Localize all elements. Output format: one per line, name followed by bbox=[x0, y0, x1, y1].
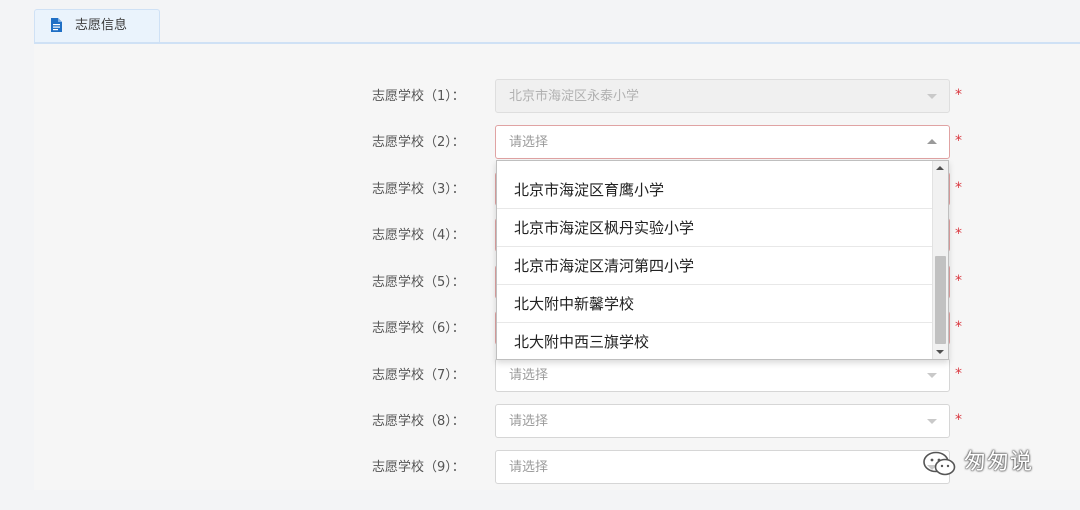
required-mark-2: * bbox=[955, 133, 962, 149]
chevron-up-icon bbox=[927, 139, 937, 144]
school-choice-label-8: 志愿学校（8）： bbox=[372, 414, 465, 429]
required-mark-7: * bbox=[955, 366, 962, 382]
required-mark-1: * bbox=[955, 87, 962, 103]
dropdown-option[interactable]: 北京市海淀区枫丹实验小学 bbox=[497, 209, 933, 247]
required-mark-4: * bbox=[955, 226, 962, 242]
dropdown-scrollbar[interactable] bbox=[932, 161, 948, 359]
required-mark-3: * bbox=[955, 180, 962, 196]
required-mark-8: * bbox=[955, 412, 962, 428]
school-select-9-placeholder: 请选择 bbox=[509, 460, 549, 475]
school-select-1-value: 北京市海淀区永泰小学 bbox=[509, 89, 640, 104]
school-choice-label-4: 志愿学校（4）： bbox=[372, 228, 465, 243]
dropdown-option-label: 北京市海淀区育鹰小学 bbox=[514, 181, 665, 199]
chevron-down-icon bbox=[927, 94, 937, 99]
scrollbar-thumb[interactable] bbox=[935, 256, 946, 344]
dropdown-option[interactable]: 北京市海淀区清河第四小学 bbox=[497, 247, 933, 285]
school-choice-label-5: 志愿学校（5）： bbox=[372, 275, 465, 290]
wechat-icon bbox=[923, 451, 956, 476]
school-select-1[interactable]: 北京市海淀区永泰小学 bbox=[495, 79, 950, 113]
tab-bar: 志愿信息 bbox=[34, 0, 1080, 44]
dropdown-option-label: 北大附中西三旗学校 bbox=[514, 333, 650, 351]
required-mark-6: * bbox=[955, 319, 962, 335]
dropdown-option-label: 北京市海淀区清河第四小学 bbox=[514, 257, 695, 275]
dropdown-option[interactable]: 北大附中西三旗学校 bbox=[497, 323, 933, 359]
scroll-up-arrow-icon[interactable] bbox=[936, 166, 944, 170]
dropdown-option-label: 北大附中新馨学校 bbox=[514, 295, 635, 313]
school-select-2[interactable]: 请选择 bbox=[495, 125, 950, 159]
dropdown-option[interactable]: 北大附中新馨学校 bbox=[497, 285, 933, 323]
tab-label: 志愿信息 bbox=[75, 18, 128, 33]
dropdown-option[interactable]: 北京市海淀区育鹰小学 bbox=[497, 171, 933, 209]
school-choice-label-9: 志愿学校（9）： bbox=[372, 460, 465, 475]
scroll-down-arrow-icon[interactable] bbox=[936, 350, 944, 354]
school-select-9[interactable]: 请选择 bbox=[495, 450, 950, 484]
chevron-down-icon bbox=[927, 419, 937, 424]
school-select-7[interactable]: 请选择 bbox=[495, 358, 950, 392]
watermark: 匆匆说 bbox=[922, 446, 1052, 480]
tab-volunteer-info[interactable]: 志愿信息 bbox=[34, 9, 160, 42]
school-choice-label-2: 志愿学校（2）： bbox=[372, 135, 465, 150]
school-choice-label-3: 志愿学校（3）： bbox=[372, 182, 465, 197]
dropdown-option-label: 北京市海淀区枫丹实验小学 bbox=[514, 219, 695, 237]
school-dropdown-list: 北京市海淀区育鹰小学 北京市海淀区枫丹实验小学 北京市海淀区清河第四小学 北大附… bbox=[496, 160, 949, 360]
school-select-8-placeholder: 请选择 bbox=[509, 414, 549, 429]
watermark-text: 匆匆说 bbox=[964, 450, 1034, 475]
school-select-8[interactable]: 请选择 bbox=[495, 404, 950, 438]
school-choice-label-7: 志愿学校（7）： bbox=[372, 368, 465, 383]
chevron-down-icon bbox=[927, 373, 937, 378]
school-choice-label-6: 志愿学校（6）： bbox=[372, 321, 465, 336]
school-select-7-placeholder: 请选择 bbox=[509, 368, 549, 383]
school-choice-label-1: 志愿学校（1）： bbox=[372, 89, 465, 104]
school-select-2-placeholder: 请选择 bbox=[509, 135, 549, 150]
document-icon bbox=[51, 18, 62, 32]
required-mark-5: * bbox=[955, 273, 962, 289]
